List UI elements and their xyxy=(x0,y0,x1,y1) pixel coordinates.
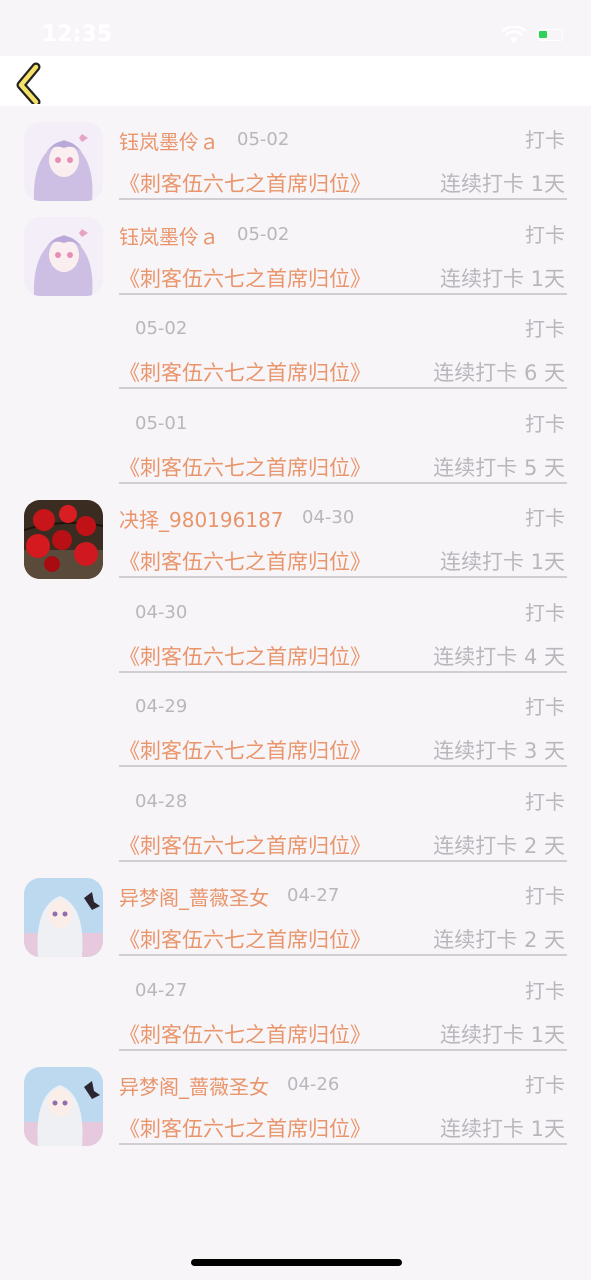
row-divider xyxy=(119,670,567,673)
list-item[interactable]: 04-30 打卡《刺客伍六七之首席归位》 连续打卡 4 天 xyxy=(0,585,591,680)
checkin-date: 05-01 xyxy=(135,412,188,434)
streak-count: 连续打卡 2 天 xyxy=(433,928,565,952)
book-title[interactable]: 《刺客伍六七之首席归位》 xyxy=(119,830,371,860)
checkin-date: 05-02 xyxy=(237,223,290,245)
book-title[interactable]: 《刺客伍六七之首席归位》 xyxy=(119,1113,371,1143)
book-title[interactable]: 《刺客伍六七之首席归位》 xyxy=(119,641,371,671)
row-divider xyxy=(119,954,567,956)
checkin-date: 05-02 xyxy=(135,318,188,339)
checkin-date: 04-30 xyxy=(302,507,355,528)
row-divider xyxy=(119,198,567,200)
streak-count: 连续打卡 1天 xyxy=(439,172,565,196)
status-bar: 12:35 xyxy=(0,0,591,56)
status-icons xyxy=(501,26,571,44)
book-title[interactable]: 《刺客伍六七之首席归位》 xyxy=(119,168,371,198)
chevron-left-icon[interactable] xyxy=(10,60,54,104)
list-item[interactable]: 04-27 打卡《刺客伍六七之首席归位》 连续打卡 1天 xyxy=(0,963,591,1058)
battery-icon xyxy=(537,29,563,41)
streak-count: 连续打卡 1天 xyxy=(439,266,565,291)
checkin-label: 打卡 xyxy=(525,884,565,908)
user-name[interactable]: 异梦阁_蔷薇圣女 xyxy=(119,882,269,911)
row-divider xyxy=(119,1143,567,1145)
book-title[interactable]: 《刺客伍六七之首席归位》 xyxy=(119,263,371,293)
list-item[interactable]: 钰岚墨伶ａ 05-02 打卡《刺客伍六七之首席归位》 连续打卡 1天 xyxy=(0,207,591,302)
avatar[interactable] xyxy=(24,500,103,579)
checkin-label: 打卡 xyxy=(525,222,565,247)
nav-bar xyxy=(0,56,591,106)
list-item[interactable]: 钰岚墨伶ａ 05-02 打卡《刺客伍六七之首席归位》 连续打卡 1天 xyxy=(0,112,591,207)
list-item[interactable]: 05-02 打卡《刺客伍六七之首席归位》 连续打卡 6 天 xyxy=(0,301,591,396)
checkin-date: 04-26 xyxy=(287,1074,340,1095)
user-name[interactable]: 钰岚墨伶ａ xyxy=(119,221,219,250)
checkin-label: 打卡 xyxy=(525,789,565,814)
checkin-label: 打卡 xyxy=(525,411,565,436)
checkin-date: 04-28 xyxy=(135,790,188,812)
checkin-label: 打卡 xyxy=(525,128,565,152)
book-title[interactable]: 《刺客伍六七之首席归位》 xyxy=(119,452,371,482)
checkin-list: 钰岚墨伶ａ 05-02 打卡 《刺客伍六七之首席归位》 连续打卡 1天 钰岚墨伶ａ 05-0… xyxy=(0,112,591,1152)
avatar[interactable] xyxy=(24,1067,103,1146)
row-divider xyxy=(119,1048,567,1051)
avatar[interactable] xyxy=(24,878,103,957)
row-divider xyxy=(119,292,567,295)
streak-count: 连续打卡 3 天 xyxy=(433,739,565,763)
list-item[interactable]: 异梦阁_蔷薇圣女 04-27 打卡《刺客伍六七之首席归位》 连续打卡 2 天 xyxy=(0,868,591,963)
checkin-date: 04-29 xyxy=(135,696,188,717)
checkin-label: 打卡 xyxy=(525,1073,565,1097)
streak-count: 连续打卡 2 天 xyxy=(433,833,565,858)
checkin-date: 04-30 xyxy=(135,601,188,623)
book-title[interactable]: 《刺客伍六七之首席归位》 xyxy=(119,735,371,765)
book-title[interactable]: 《刺客伍六七之首席归位》 xyxy=(119,546,371,576)
list-item[interactable]: 决择_980196187 04-30 打卡《刺客伍六七之首席归位》 连续打卡 1天 xyxy=(0,490,591,585)
list-item[interactable]: 异梦阁_蔷薇圣女 04-26 打卡《刺客伍六七之首席归位》 连续打卡 1天 xyxy=(0,1057,591,1152)
row-divider xyxy=(119,765,567,767)
user-name[interactable]: 决择_980196187 xyxy=(119,504,284,533)
user-name[interactable]: 钰岚墨伶ａ xyxy=(119,126,219,155)
home-indicator xyxy=(191,1259,402,1266)
row-divider xyxy=(119,576,567,578)
checkin-label: 打卡 xyxy=(525,695,565,719)
streak-count: 连续打卡 6 天 xyxy=(433,361,565,385)
row-divider xyxy=(119,387,567,389)
list-item[interactable]: 04-29 打卡《刺客伍六七之首席归位》 连续打卡 3 天 xyxy=(0,679,591,774)
wifi-icon xyxy=(501,26,527,43)
list-item[interactable]: 04-28 打卡《刺客伍六七之首席归位》 连续打卡 2 天 xyxy=(0,774,591,869)
book-title[interactable]: 《刺客伍六七之首席归位》 xyxy=(119,924,371,954)
row-divider xyxy=(119,859,567,862)
user-name[interactable]: 异梦阁_蔷薇圣女 xyxy=(119,1071,269,1100)
avatar[interactable] xyxy=(24,216,103,296)
book-title[interactable]: 《刺客伍六七之首席归位》 xyxy=(119,357,371,387)
checkin-date: 04-27 xyxy=(287,885,340,906)
streak-count: 连续打卡 4 天 xyxy=(433,644,565,669)
streak-count: 连续打卡 1天 xyxy=(439,550,565,574)
checkin-label: 打卡 xyxy=(525,506,565,530)
list-item[interactable]: 05-01 打卡《刺客伍六七之首席归位》 连续打卡 5 天 xyxy=(0,396,591,491)
checkin-label: 打卡 xyxy=(525,317,565,341)
row-divider xyxy=(119,481,567,484)
checkin-label: 打卡 xyxy=(525,978,565,1003)
checkin-date: 05-02 xyxy=(237,129,290,150)
checkin-date: 04-27 xyxy=(135,979,188,1001)
streak-count: 连续打卡 1天 xyxy=(439,1022,565,1047)
checkin-label: 打卡 xyxy=(525,600,565,625)
status-time: 12:35 xyxy=(42,22,113,47)
streak-count: 连续打卡 1天 xyxy=(439,1117,565,1141)
book-title[interactable]: 《刺客伍六七之首席归位》 xyxy=(119,1019,371,1049)
streak-count: 连续打卡 5 天 xyxy=(433,455,565,480)
avatar[interactable] xyxy=(24,122,103,201)
